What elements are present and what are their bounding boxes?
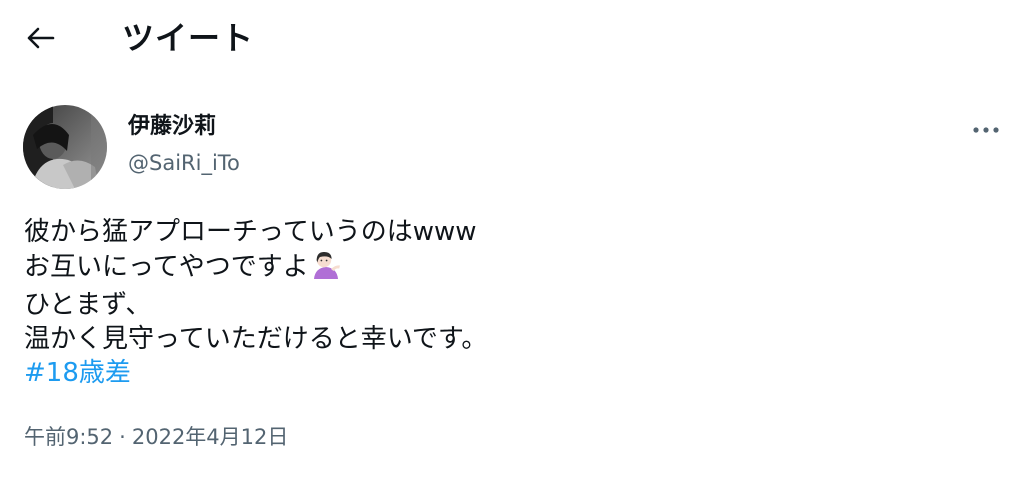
meta-separator: · [119,425,126,449]
tweet-time[interactable]: 午前9:52 [24,423,113,451]
tweet-line-with-emoji: お互いにってやつですよ [24,249,984,288]
person-tipping-hand-emoji [311,249,341,288]
avatar[interactable] [23,105,107,189]
tweet-line: 温かく見守っていただけると幸いです。 [24,324,488,354]
tweet-line-text: お互いにってやつですよ [24,252,309,282]
hashtag-link[interactable]: #18歳差 [24,356,131,390]
tweet-line: ひとまず、 [24,290,152,320]
page-title: ツイート [122,19,255,57]
top-bar: ツイート [0,0,1024,80]
author-display-name[interactable]: 伊藤沙莉 [128,113,216,141]
arrow-left-icon [27,27,55,49]
author-handle[interactable]: @SaiRi_iTo [128,149,240,177]
more-button[interactable] [968,112,1004,148]
tweet-text: 彼から猛アプローチっていうのはwww お互いにってやつですよ ひとまず、 温かく… [24,215,984,390]
tweet-timestamp: 午前9:52 · 2022年4月12日 [24,423,288,451]
back-button[interactable] [22,20,58,56]
tweet-line: 彼から猛アプローチっていうのはwww [24,217,477,247]
tweet-date[interactable]: 2022年4月12日 [132,423,289,451]
more-horizontal-icon [973,127,999,133]
profile-photo [23,105,107,189]
